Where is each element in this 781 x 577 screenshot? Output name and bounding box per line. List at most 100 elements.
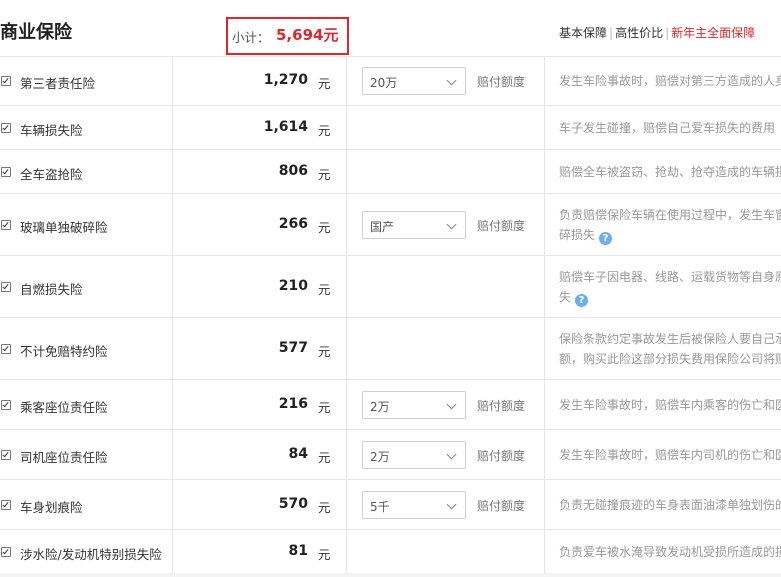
price-unit: 元 [318, 123, 331, 138]
tab-value[interactable]: 高性价比 [615, 26, 663, 40]
limit-select-value: 国产 [370, 220, 395, 234]
row-checkbox[interactable] [1, 344, 11, 354]
description-line: 发生车险事故时，赔偿对第三方造成的人身 [559, 74, 781, 88]
column-divider [346, 530, 347, 573]
tab-basic[interactable]: 基本保障 [559, 26, 607, 40]
page-title: 商业保险 [0, 22, 72, 43]
coverage-description: 赔偿车子因电器、线路、运载货物等自身原失? [559, 267, 781, 307]
tab-separator: | [609, 26, 614, 40]
coverage-price: 81 [288, 543, 308, 559]
description-line: 保险条款约定事故发生后被保险人要自己承 [559, 332, 781, 346]
coverage-price: 577 [278, 340, 308, 356]
coverage-description: 车子发生碰撞，赔偿自己爱车损失的费用 [559, 118, 781, 138]
column-divider [172, 430, 173, 479]
plan-tabs: 基本保障 | 高性价比 | 新年主全面保障 [559, 24, 755, 41]
column-divider [544, 318, 545, 379]
chevron-down-icon [446, 449, 457, 460]
insurance-table: 第三者责任险 1,270 元 20万 赔付额度 发生车险事故时，赔偿对第三方造成的人身 车辆… [0, 56, 781, 574]
column-divider [346, 480, 347, 529]
price-unit: 元 [318, 282, 331, 297]
coverage-description: 赔偿全车被盗窃、抢劫、抢夺造成的车辆损 [559, 162, 781, 182]
row-checkbox[interactable] [1, 400, 11, 410]
row-checkbox[interactable] [1, 450, 11, 460]
column-divider [172, 56, 173, 105]
tab-separator: | [665, 26, 670, 40]
description-line: 赔偿车子因电器、线路、运载货物等自身原 [559, 270, 781, 284]
coverage-name: 涉水险/发动机特别损失险 [20, 547, 162, 562]
limit-select-value: 2万 [370, 450, 390, 464]
limit-select-value: 2万 [370, 400, 390, 414]
limit-label: 赔付额度 [477, 399, 526, 413]
chevron-down-icon [446, 499, 457, 510]
row-checkbox[interactable] [1, 547, 11, 557]
coverage-description: 发生车险事故时，赔偿车内司机的伤亡和医 [559, 445, 781, 465]
description-line: 车子发生碰撞，赔偿自己爱车损失的费用 [559, 121, 776, 135]
limit-select[interactable]: 2万 [362, 441, 466, 469]
description-line-2: 失? [559, 287, 781, 307]
column-divider [172, 194, 173, 255]
limit-select-value: 5千 [370, 500, 390, 514]
limit-label: 赔付额度 [477, 499, 526, 513]
column-divider [172, 150, 173, 193]
limit-select[interactable]: 2万 [362, 391, 466, 419]
coverage-price: 570 [278, 496, 308, 512]
column-divider [172, 480, 173, 529]
coverage-name: 玻璃单独破碎险 [20, 220, 108, 235]
coverage-price: 1,614 [263, 119, 308, 135]
coverage-name: 司机座位责任险 [20, 450, 108, 465]
coverage-name: 全车盗抢险 [20, 167, 83, 182]
row-checkbox[interactable] [1, 123, 11, 133]
chevron-down-icon [446, 75, 457, 86]
coverage-description: 负责赔偿保险车辆在使用过程中，发生车窗 碎损失? [559, 205, 781, 245]
row-checkbox[interactable] [1, 282, 11, 292]
row-checkbox[interactable] [1, 220, 11, 230]
row-checkbox[interactable] [1, 167, 11, 177]
column-divider [544, 106, 545, 149]
price-unit: 元 [318, 450, 331, 465]
column-divider [544, 430, 545, 479]
column-divider [172, 530, 173, 573]
column-divider [544, 194, 545, 255]
subtotal-label: 小计： [232, 30, 270, 45]
help-icon[interactable]: ? [575, 294, 589, 307]
table-row: 涉水险/发动机特别损失险 81 元 负责爱车被水淹导致发动机受损所造成的损 [0, 530, 781, 574]
description-line: 赔偿全车被盗窃、抢劫、抢夺造成的车辆损 [559, 165, 781, 179]
coverage-price: 216 [278, 396, 308, 412]
help-icon[interactable]: ? [599, 232, 613, 245]
column-divider [544, 56, 545, 105]
coverage-price: 1,270 [263, 72, 308, 88]
limit-select[interactable]: 5千 [362, 491, 466, 519]
header: 商业保险 小计： 5,694元 基本保障 | 高性价比 | 新年主全面保障 [0, 0, 781, 57]
coverage-description: 发生车险事故时，赔偿车内乘客的伤亡和医 [559, 395, 781, 415]
column-divider [346, 106, 347, 149]
row-checkbox[interactable] [1, 76, 11, 86]
description-line-2: 额，购买此险这部分损失费用保险公司将赔 [559, 349, 781, 369]
column-divider [172, 380, 173, 429]
column-divider [172, 318, 173, 379]
coverage-name: 车辆损失险 [20, 123, 83, 138]
tab-full[interactable]: 新年主全面保障 [671, 26, 755, 40]
coverage-name: 自燃损失险 [20, 282, 83, 297]
column-divider [346, 56, 347, 105]
description-line: 负责爱车被水淹导致发动机受损所造成的损 [559, 545, 781, 559]
description-line: 发生车险事故时，赔偿车内司机的伤亡和医 [559, 448, 781, 462]
table-row: 第三者责任险 1,270 元 20万 赔付额度 发生车险事故时，赔偿对第三方造成的人身 [0, 56, 781, 106]
price-unit: 元 [318, 547, 331, 562]
price-unit: 元 [318, 344, 331, 359]
table-row: 全车盗抢险 806 元 赔偿全车被盗窃、抢劫、抢夺造成的车辆损 [0, 150, 781, 194]
row-checkbox[interactable] [1, 500, 11, 510]
column-divider [346, 194, 347, 255]
table-row: 不计免赔特约险 577 元 保险条款约定事故发生后被保险人要自己承 额，购买此险这部分损… [0, 318, 781, 380]
table-footer [0, 573, 781, 577]
limit-select[interactable]: 国产 [362, 211, 466, 239]
column-divider [346, 150, 347, 193]
column-divider [346, 256, 347, 317]
column-divider [346, 430, 347, 479]
limit-label: 赔付额度 [477, 75, 526, 89]
subtotal-value: 5,694元 [276, 26, 339, 44]
coverage-price: 210 [278, 278, 308, 294]
limit-select[interactable]: 20万 [362, 67, 466, 95]
column-divider [544, 380, 545, 429]
coverage-price: 266 [278, 216, 308, 232]
column-divider [544, 530, 545, 573]
